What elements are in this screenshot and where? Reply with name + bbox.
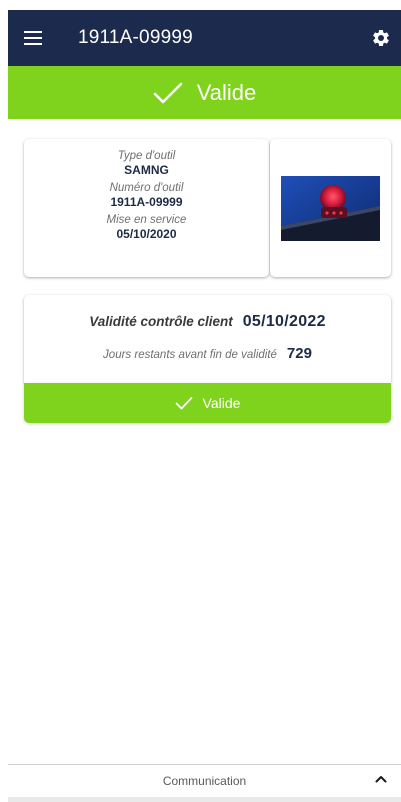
page-title: 1911A-09999 <box>78 27 193 48</box>
validity-control-date: 05/10/2022 <box>242 313 326 330</box>
remaining-days-value: 729 <box>286 345 312 362</box>
chevron-up-icon <box>375 776 387 783</box>
tool-info-card: Type d'outil SAMNG Numéro d'outil 1911A-… <box>24 139 269 277</box>
hamburger-menu-icon <box>24 31 42 45</box>
app-bar: 1911A-09999 <box>8 10 401 66</box>
service-date-label: Mise en service <box>106 214 187 226</box>
communication-panel-toggle[interactable]: Communication <box>8 765 401 797</box>
tool-number-value: 1911A-09999 <box>110 195 183 209</box>
checkmark-icon <box>153 82 183 103</box>
gear-icon <box>373 29 389 46</box>
tool-type-label: Type d'outil <box>117 150 176 162</box>
status-label: Valide <box>196 79 257 105</box>
validity-card: Validité contrôle client 05/10/2022 Jour… <box>24 295 391 383</box>
bottom-strip <box>8 797 401 802</box>
status-bar-area <box>0 0 401 10</box>
service-date-value: 05/10/2020 <box>116 227 177 241</box>
checkmark-icon <box>175 397 192 410</box>
settings-button[interactable] <box>361 10 401 66</box>
valid-button[interactable]: Valide <box>24 383 391 423</box>
validity-control-label: Validité contrôle client <box>89 314 233 329</box>
menu-button[interactable] <box>8 10 60 66</box>
status-banner: Valide <box>8 66 401 119</box>
tool-type-value: SAMNG <box>124 163 169 177</box>
remaining-days-label: Jours restants avant fin de validité <box>103 349 277 361</box>
communication-label: Communication <box>162 774 247 788</box>
tool-image-card[interactable] <box>270 139 391 277</box>
tool-number-label: Numéro d'outil <box>109 182 184 194</box>
tool-photo <box>281 175 380 241</box>
valid-button-label: Valide <box>202 395 241 411</box>
